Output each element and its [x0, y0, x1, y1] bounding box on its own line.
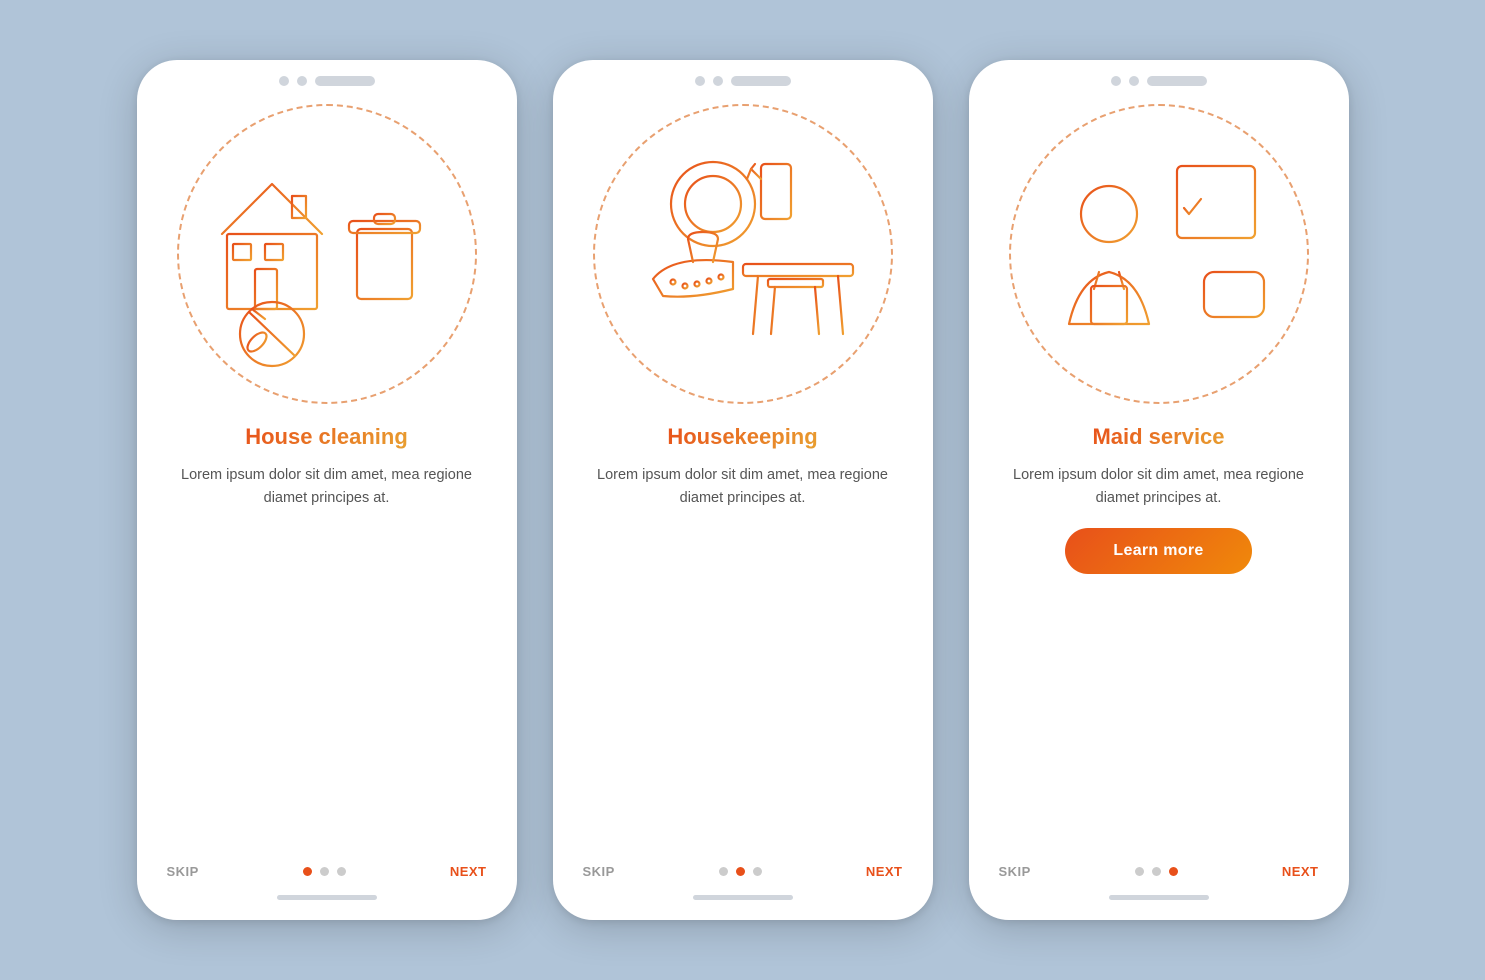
- status-dot-1: [279, 76, 289, 86]
- screen-desc-1: Lorem ipsum dolor sit dim amet, mea regi…: [167, 464, 487, 510]
- status-pill: [315, 76, 375, 86]
- illustration-circle-1: [177, 104, 477, 404]
- home-indicator-1: [277, 895, 377, 900]
- home-indicator-3: [1109, 895, 1209, 900]
- next-button-3[interactable]: NEXT: [1282, 864, 1319, 879]
- dots-row-2: [719, 867, 762, 876]
- skip-button-2[interactable]: SKIP: [583, 864, 615, 879]
- screens-container: House cleaning Lorem ipsum dolor sit dim…: [137, 60, 1349, 920]
- illustration-circle-2: [593, 104, 893, 404]
- screen-content-3: Maid service Lorem ipsum dolor sit dim a…: [969, 94, 1349, 854]
- learn-more-button[interactable]: Learn more: [1065, 528, 1251, 574]
- dots-row-1: [303, 867, 346, 876]
- dot-1-3: [337, 867, 346, 876]
- dots-row-3: [1135, 867, 1178, 876]
- dot-2-1: [719, 867, 728, 876]
- status-pill-2: [731, 76, 791, 86]
- house-cleaning-illustration: [197, 124, 457, 384]
- status-dot-5: [1111, 76, 1121, 86]
- housekeeping-illustration: [613, 124, 873, 384]
- dot-1-2: [320, 867, 329, 876]
- status-dot-4: [713, 76, 723, 86]
- phone-screen-2: Housekeeping Lorem ipsum dolor sit dim a…: [553, 60, 933, 920]
- nav-row-1: SKIP NEXT: [167, 864, 487, 879]
- screen-title-3: Maid service: [1092, 424, 1224, 450]
- nav-row-2: SKIP NEXT: [583, 864, 903, 879]
- top-bar-3: [969, 60, 1349, 94]
- screen-content-1: House cleaning Lorem ipsum dolor sit dim…: [137, 94, 517, 854]
- skip-button-1[interactable]: SKIP: [167, 864, 199, 879]
- screen-content-2: Housekeeping Lorem ipsum dolor sit dim a…: [553, 94, 933, 854]
- dot-3-2: [1152, 867, 1161, 876]
- illustration-circle-3: [1009, 104, 1309, 404]
- phone-screen-3: Maid service Lorem ipsum dolor sit dim a…: [969, 60, 1349, 920]
- dot-2-2: [736, 867, 745, 876]
- next-button-1[interactable]: NEXT: [450, 864, 487, 879]
- dot-1-1: [303, 867, 312, 876]
- screen-title-2: Housekeeping: [667, 424, 817, 450]
- dot-2-3: [753, 867, 762, 876]
- screen-desc-2: Lorem ipsum dolor sit dim amet, mea regi…: [583, 464, 903, 510]
- dot-3-3: [1169, 867, 1178, 876]
- status-dot-3: [695, 76, 705, 86]
- next-button-2[interactable]: NEXT: [866, 864, 903, 879]
- phone-bottom-2: SKIP NEXT: [553, 854, 933, 920]
- top-bar-1: [137, 60, 517, 94]
- screen-title-1: House cleaning: [245, 424, 408, 450]
- phone-screen-1: House cleaning Lorem ipsum dolor sit dim…: [137, 60, 517, 920]
- phone-bottom-3: SKIP NEXT: [969, 854, 1349, 920]
- nav-row-3: SKIP NEXT: [999, 864, 1319, 879]
- dot-3-1: [1135, 867, 1144, 876]
- top-bar-2: [553, 60, 933, 94]
- status-dot-2: [297, 76, 307, 86]
- maid-service-illustration: [1029, 124, 1289, 384]
- screen-desc-3: Lorem ipsum dolor sit dim amet, mea regi…: [999, 464, 1319, 510]
- status-pill-3: [1147, 76, 1207, 86]
- skip-button-3[interactable]: SKIP: [999, 864, 1031, 879]
- home-indicator-2: [693, 895, 793, 900]
- phone-bottom-1: SKIP NEXT: [137, 854, 517, 920]
- status-dot-6: [1129, 76, 1139, 86]
